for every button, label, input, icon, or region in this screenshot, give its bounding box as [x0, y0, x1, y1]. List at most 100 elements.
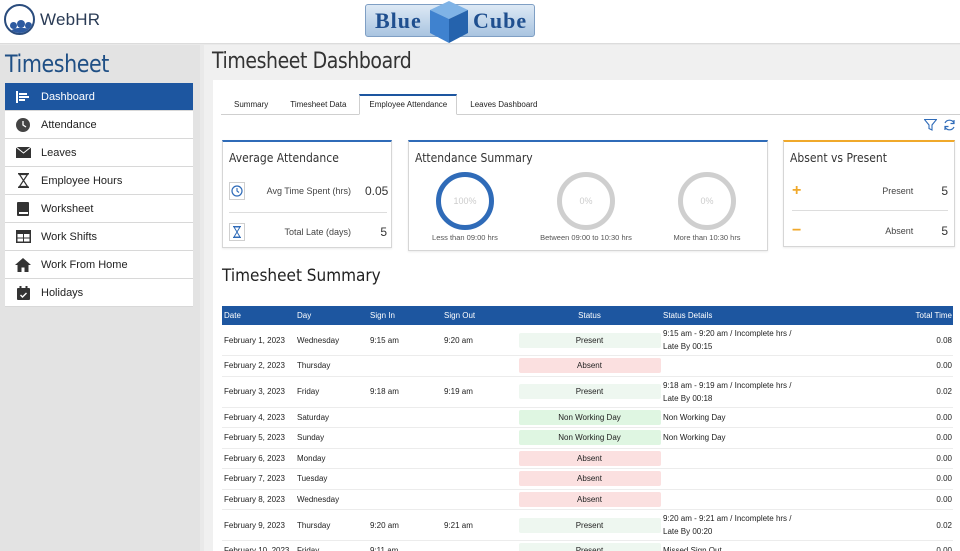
sidebar-item-work-shifts[interactable]: Work Shifts	[5, 223, 193, 251]
cell-date: February 10, 2023	[224, 546, 290, 551]
sidebar-item-label: Holidays	[41, 286, 84, 299]
status-badge: Present	[518, 517, 661, 533]
sidebar-item-label: Attendance	[41, 118, 97, 131]
cell-day: Saturday	[297, 412, 330, 422]
table-row: February 4, 2023 Saturday Non Working Day N…	[222, 408, 953, 428]
cell-status: Present	[516, 517, 661, 533]
status-badge: Present	[518, 543, 661, 551]
cell-day: Sunday	[297, 433, 325, 443]
status-detail-line: Missed Sign Out	[663, 546, 722, 551]
cube-icon	[430, 1, 468, 43]
tab-summary[interactable]: Summary	[225, 94, 277, 115]
cell-total-time: 0.00	[936, 494, 952, 504]
donut-between-9-1030: 0%	[557, 172, 615, 230]
sidebar-menu: Dashboard Attendance Leaves Employee Hou…	[5, 83, 193, 307]
cell-status: Absent	[516, 471, 661, 487]
tab-leaves-dashboard[interactable]: Leaves Dashboard	[461, 94, 546, 115]
status-detail-line: 9:18 am - 9:19 am / Incomplete hrs /	[663, 380, 792, 390]
webhr-logo[interactable]: WebHR	[4, 4, 100, 35]
col-status[interactable]: Status	[516, 311, 661, 320]
cell-total-time: 0.00	[936, 433, 952, 443]
minus-icon: −	[792, 222, 802, 239]
sidebar-item-leaves[interactable]: Leaves	[5, 139, 193, 167]
cell-total-time: 0.00	[936, 546, 952, 551]
absent-row: − Absent 5	[792, 222, 948, 240]
sidebar-item-label: Work Shifts	[41, 230, 98, 243]
sidebar-title: Timesheet	[5, 50, 109, 78]
cell-date: February 8, 2023	[224, 494, 285, 504]
cell-day: Monday	[297, 453, 326, 463]
col-date[interactable]: Date	[222, 311, 295, 320]
filter-icon[interactable]	[924, 119, 937, 131]
cell-day: Wednesday	[297, 335, 340, 345]
divider	[229, 212, 387, 213]
cell-sign-out: 9:21 am	[444, 520, 473, 530]
col-status-details[interactable]: Status Details	[661, 309, 807, 322]
donut-more-than-1030: 0%	[678, 172, 736, 230]
people-icon	[4, 4, 35, 35]
table-header: Date Day Sign In Sign Out Status Status …	[222, 306, 953, 325]
absent-value: 5	[941, 224, 948, 238]
cell-status: Present	[516, 384, 661, 399]
col-sign-in[interactable]: Sign In	[368, 311, 442, 320]
absent-label: Absent	[885, 226, 914, 236]
tab-bar: Summary Timesheet Data Employee Attendan…	[221, 94, 960, 115]
cell-total-time: 0.00	[936, 474, 952, 484]
hourglass-icon	[229, 223, 245, 241]
cell-total-time: 0.00	[936, 361, 952, 371]
page-title: Timesheet Dashboard	[212, 49, 412, 74]
cell-status: Present	[516, 543, 661, 551]
sidebar-item-employee-hours[interactable]: Employee Hours	[5, 167, 193, 195]
cell-status: Non Working Day	[516, 430, 661, 446]
total-late-label: Total Late (days)	[284, 227, 351, 237]
col-sign-out[interactable]: Sign Out	[442, 311, 516, 320]
status-badge: Absent	[518, 450, 661, 466]
absent-vs-present-card: Absent vs Present + Present 5 − Absent 5	[783, 140, 955, 247]
tab-timesheet-data[interactable]: Timesheet Data	[281, 94, 355, 115]
col-total-time[interactable]: Total Time	[807, 311, 953, 320]
divider	[792, 210, 948, 211]
tab-employee-attendance[interactable]: Employee Attendance	[359, 94, 458, 115]
donut-value: 100%	[453, 196, 477, 206]
cell-date: February 5, 2023	[224, 433, 285, 443]
cell-date: February 9, 2023	[224, 520, 285, 530]
sidebar-item-work-from-home[interactable]: Work From Home	[5, 251, 193, 279]
card-title: Attendance Summary	[415, 151, 533, 165]
table-icon	[5, 230, 41, 243]
cell-sign-out: 9:19 am	[444, 387, 473, 396]
sidebar-item-label: Leaves	[41, 146, 77, 159]
sidebar-item-holidays[interactable]: Holidays	[5, 279, 193, 307]
app-name: WebHR	[40, 9, 101, 29]
status-badge: Absent	[518, 471, 661, 487]
present-row: + Present 5	[792, 182, 948, 200]
table-row: February 6, 2023 Monday Absent 0.00	[222, 449, 953, 469]
cell-day: Thursday	[297, 520, 331, 530]
sidebar-item-attendance[interactable]: Attendance	[5, 111, 193, 139]
bar-chart-icon	[5, 90, 41, 103]
avg-time-spent-row: Avg Time Spent (hrs) 0.05	[229, 182, 388, 200]
refresh-icon[interactable]	[943, 119, 956, 131]
status-badge: Present	[518, 384, 661, 399]
total-late-value: 5	[380, 225, 387, 239]
col-day[interactable]: Day	[295, 311, 368, 320]
total-late-row: Total Late (days) 5	[229, 223, 387, 241]
cell-day: Wednesday	[297, 494, 340, 504]
envelope-icon	[5, 147, 41, 158]
cell-status-details: 9:18 am - 9:19 am / Incomplete hrs / Late…	[661, 379, 807, 405]
present-value: 5	[941, 184, 948, 198]
cell-date: February 3, 2023	[224, 387, 285, 396]
plus-icon: +	[792, 182, 802, 199]
timesheet-summary-table: Date Day Sign In Sign Out Status Status …	[222, 306, 953, 551]
sidebar-item-dashboard[interactable]: Dashboard	[5, 83, 193, 111]
cell-status-details: 9:15 am - 9:20 am / Incomplete hrs / Late…	[661, 327, 807, 353]
cell-sign-in: 9:11 am	[370, 546, 399, 551]
donut-caption: Less than 09:00 hrs	[432, 233, 498, 242]
card-title: Absent vs Present	[790, 151, 888, 165]
status-detail-line: Non Working Day	[663, 433, 726, 443]
donut-value: 0%	[700, 196, 714, 206]
toolbar-icons	[924, 119, 956, 131]
cell-status: Present	[516, 332, 661, 348]
status-badge: Non Working Day	[518, 409, 661, 425]
cell-date: February 4, 2023	[224, 412, 285, 422]
sidebar-item-worksheet[interactable]: Worksheet	[5, 195, 193, 223]
